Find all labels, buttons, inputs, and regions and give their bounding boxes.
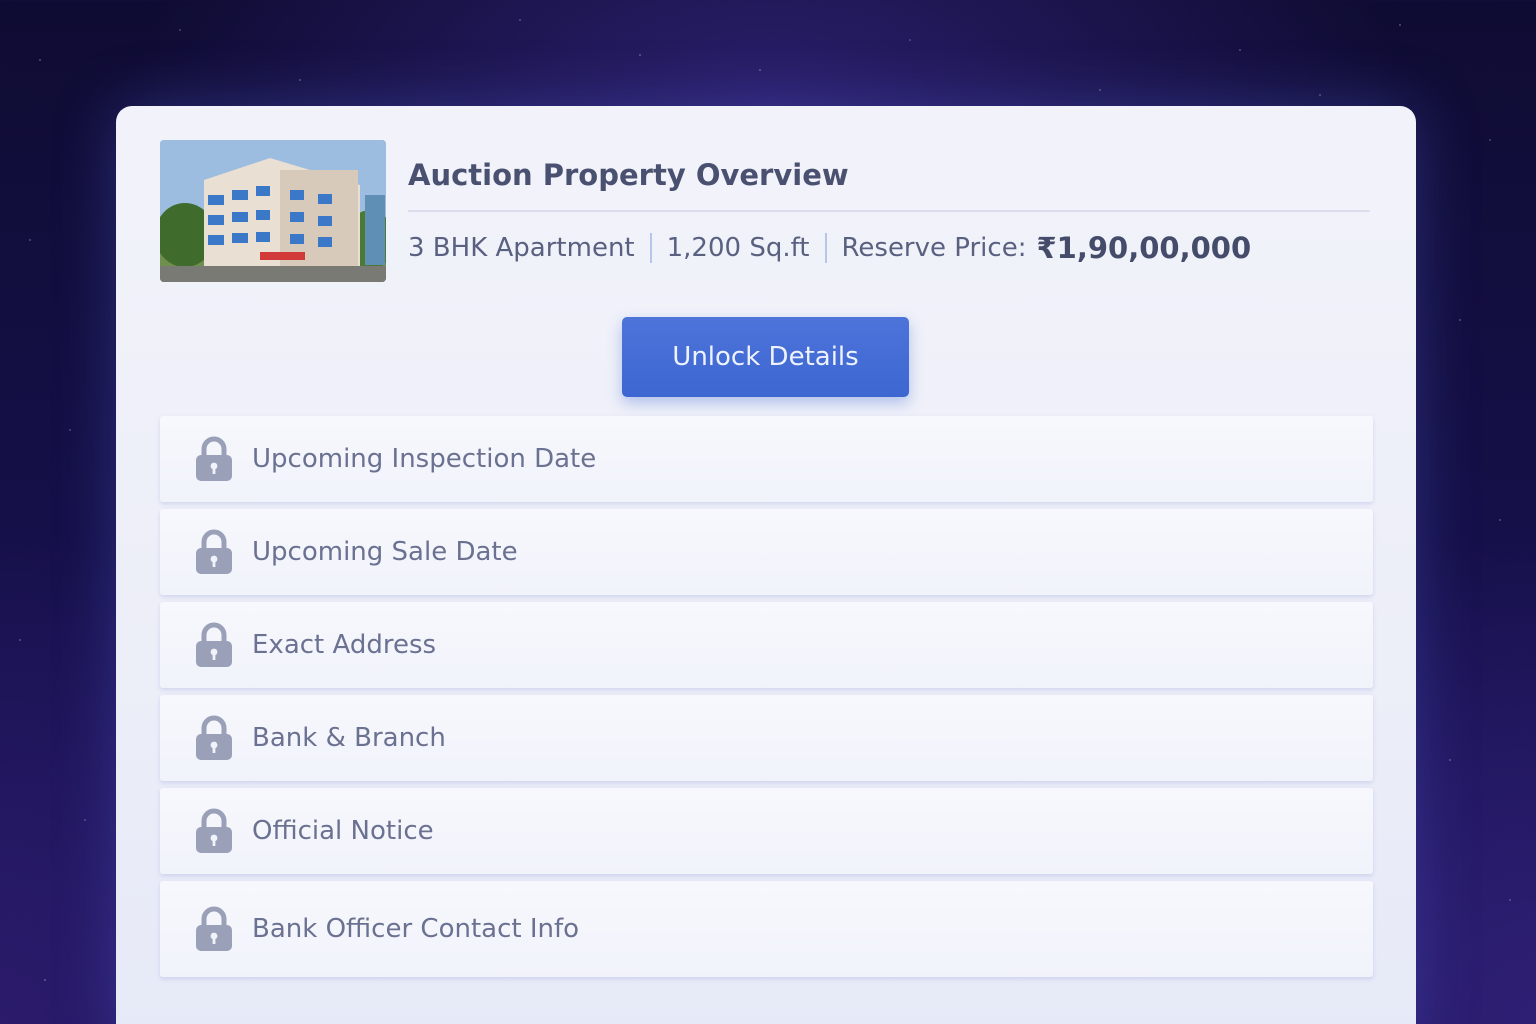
locked-item-label: Official Notice — [252, 816, 434, 846]
property-overview-card: Auction Property Overview 3 BHK Apartmen… — [116, 106, 1416, 1024]
property-thumbnail — [160, 140, 386, 282]
apartment-building-image — [160, 140, 386, 282]
locked-item-label: Bank Officer Contact Info — [252, 914, 580, 944]
summary-separator — [649, 233, 652, 263]
reserve-price-label: Reserve Price: — [841, 233, 1027, 263]
lock-icon — [196, 622, 232, 667]
page-title: Auction Property Overview — [408, 158, 849, 192]
locked-item-label: Exact Address — [252, 630, 437, 660]
locked-item-bank-branch[interactable]: Bank & Branch — [160, 695, 1373, 781]
title-divider — [408, 210, 1370, 212]
locked-item-label: Upcoming Inspection Date — [252, 444, 597, 474]
summary-separator — [824, 233, 827, 263]
locked-item-inspection-date[interactable]: Upcoming Inspection Date — [160, 416, 1373, 502]
lock-icon — [196, 436, 232, 481]
reserve-price-value: ₹1,90,00,000 — [1036, 231, 1252, 265]
locked-item-bank-officer-contact[interactable]: Bank Officer Contact Info — [160, 881, 1373, 977]
lock-icon — [196, 715, 232, 760]
property-type: 3 BHK Apartment — [408, 233, 635, 263]
locked-item-sale-date[interactable]: Upcoming Sale Date — [160, 509, 1373, 595]
property-summary: 3 BHK Apartment 1,200 Sq.ft Reserve Pric… — [408, 228, 1251, 268]
locked-item-label: Upcoming Sale Date — [252, 537, 518, 567]
lock-icon — [196, 808, 232, 853]
locked-details-list: Upcoming Inspection Date Upcoming Sale D… — [160, 416, 1373, 984]
locked-item-official-notice[interactable]: Official Notice — [160, 788, 1373, 874]
locked-item-exact-address[interactable]: Exact Address — [160, 602, 1373, 688]
property-area: 1,200 Sq.ft — [666, 233, 810, 263]
unlock-details-button[interactable]: Unlock Details — [622, 317, 909, 397]
lock-icon — [196, 906, 232, 951]
locked-item-label: Bank & Branch — [252, 723, 446, 753]
lock-icon — [196, 529, 232, 574]
